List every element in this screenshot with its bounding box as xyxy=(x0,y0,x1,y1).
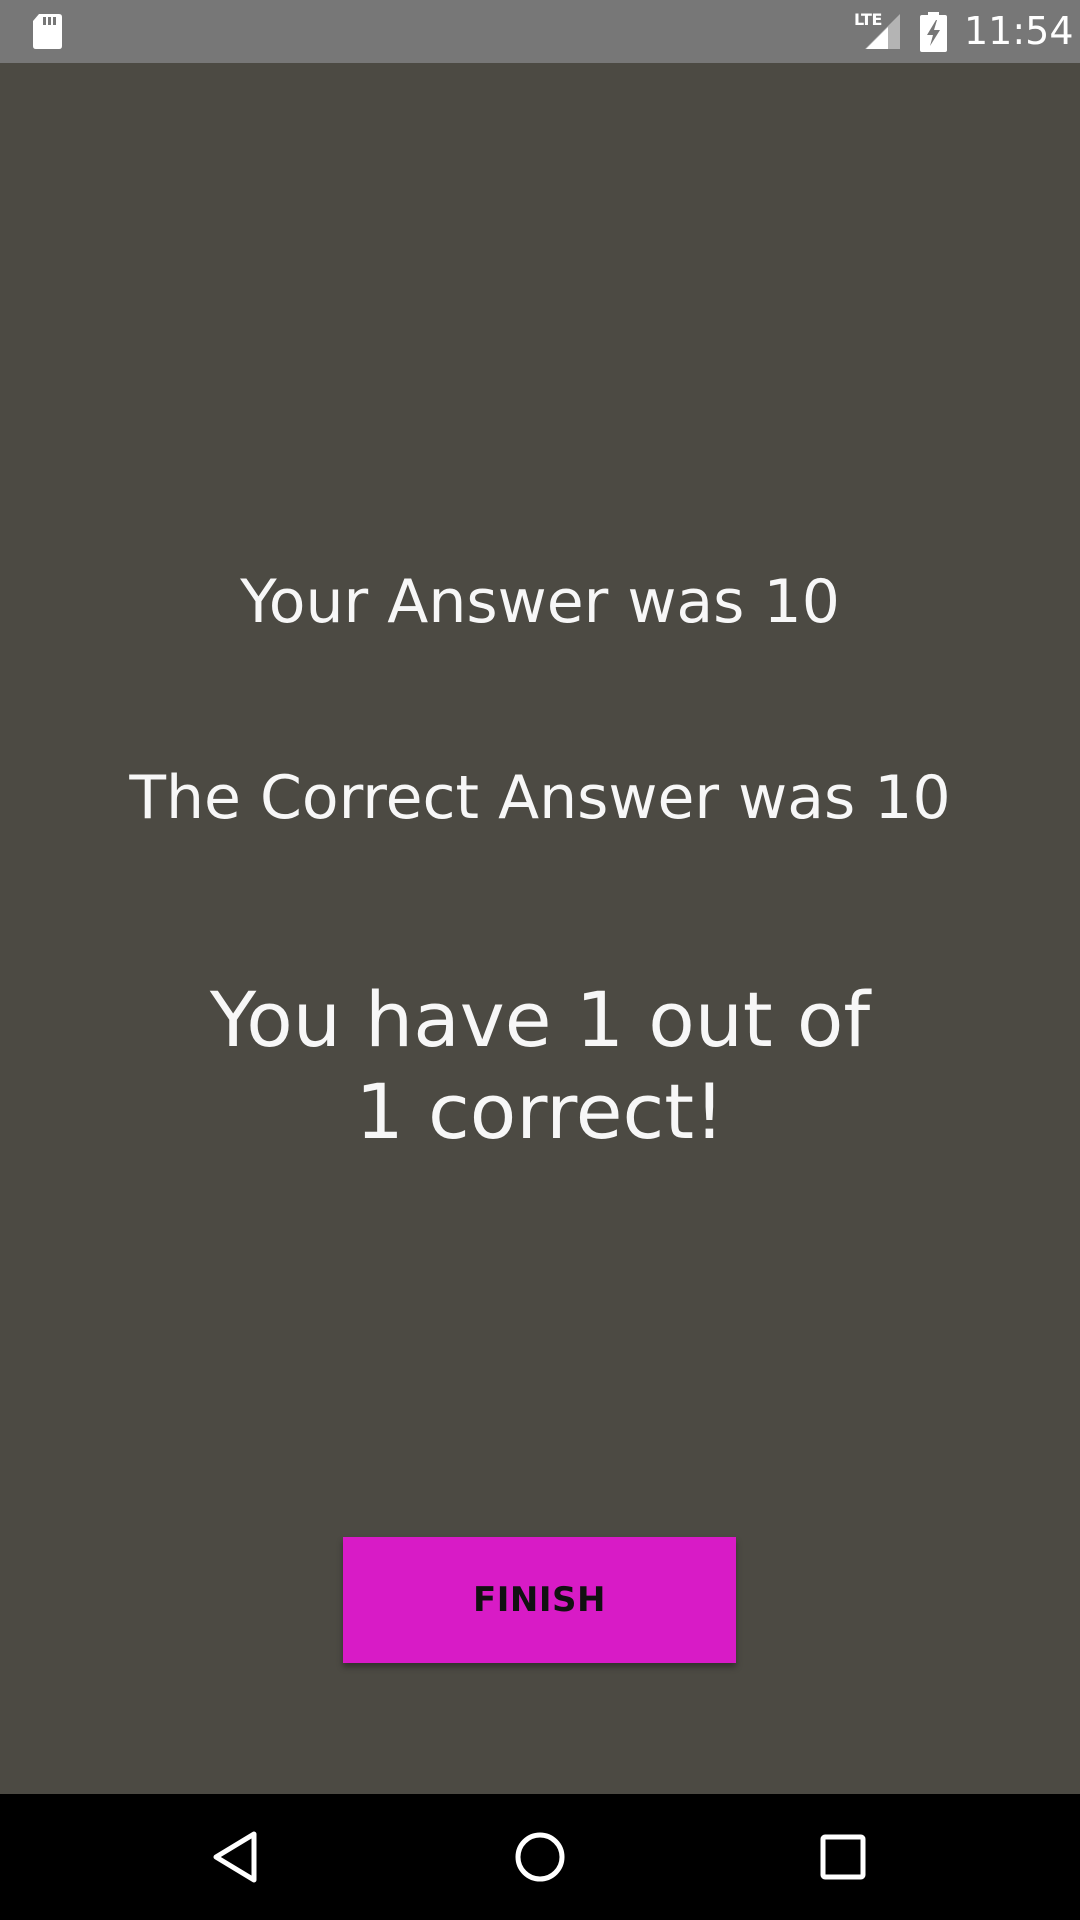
correct-answer-text: The Correct Answer was 10 xyxy=(129,763,951,833)
sd-card-icon xyxy=(33,14,62,49)
finish-button[interactable]: FINISH xyxy=(343,1537,736,1663)
recents-icon xyxy=(820,1834,866,1880)
home-icon xyxy=(515,1832,565,1882)
score-line-1: You have 1 out of xyxy=(209,975,871,1064)
home-button[interactable] xyxy=(470,1794,610,1920)
finish-button-label: FINISH xyxy=(473,1580,606,1620)
back-icon xyxy=(213,1831,257,1883)
status-bar: LTE 11:54 xyxy=(0,0,1080,63)
screen: LTE 11:54 Your Answer was 10 The Correct… xyxy=(0,0,1080,1920)
recents-button[interactable] xyxy=(773,1794,913,1920)
battery-charging-icon xyxy=(920,12,947,52)
your-answer-text: Your Answer was 10 xyxy=(240,567,840,637)
network-type-label: LTE xyxy=(854,10,882,29)
back-button[interactable] xyxy=(165,1794,305,1920)
navigation-bar xyxy=(0,1794,1080,1920)
status-time: 11:54 xyxy=(964,9,1074,53)
score-line-2: 1 correct! xyxy=(355,1067,725,1156)
score-text: You have 1 out of 1 correct! xyxy=(0,974,1080,1158)
